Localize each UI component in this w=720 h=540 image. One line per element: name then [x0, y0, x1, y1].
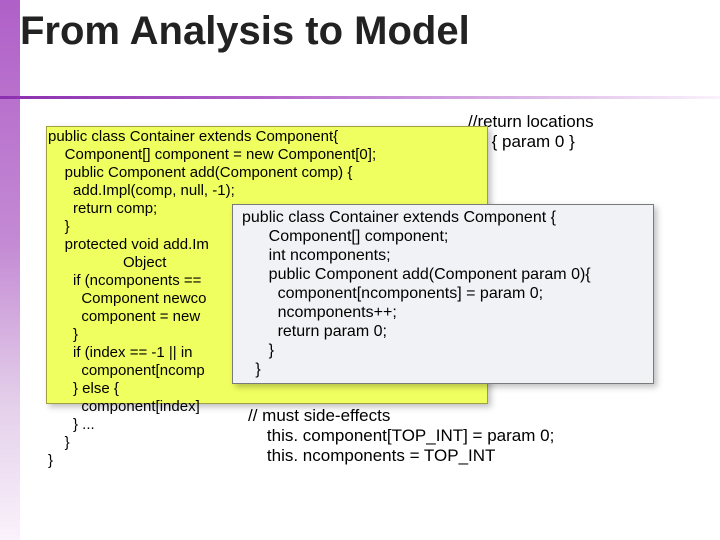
slide: From Analysis to Model //return location…	[0, 0, 720, 540]
page-title: From Analysis to Model	[20, 10, 700, 52]
title-underline	[0, 96, 720, 99]
code-block-right-wrap: public class Container extends Component…	[232, 204, 652, 384]
side-effects-note: // must side-effects this. component[TOP…	[248, 406, 554, 466]
code-block-right: public class Container extends Component…	[232, 204, 652, 383]
side-stripe	[0, 0, 20, 540]
